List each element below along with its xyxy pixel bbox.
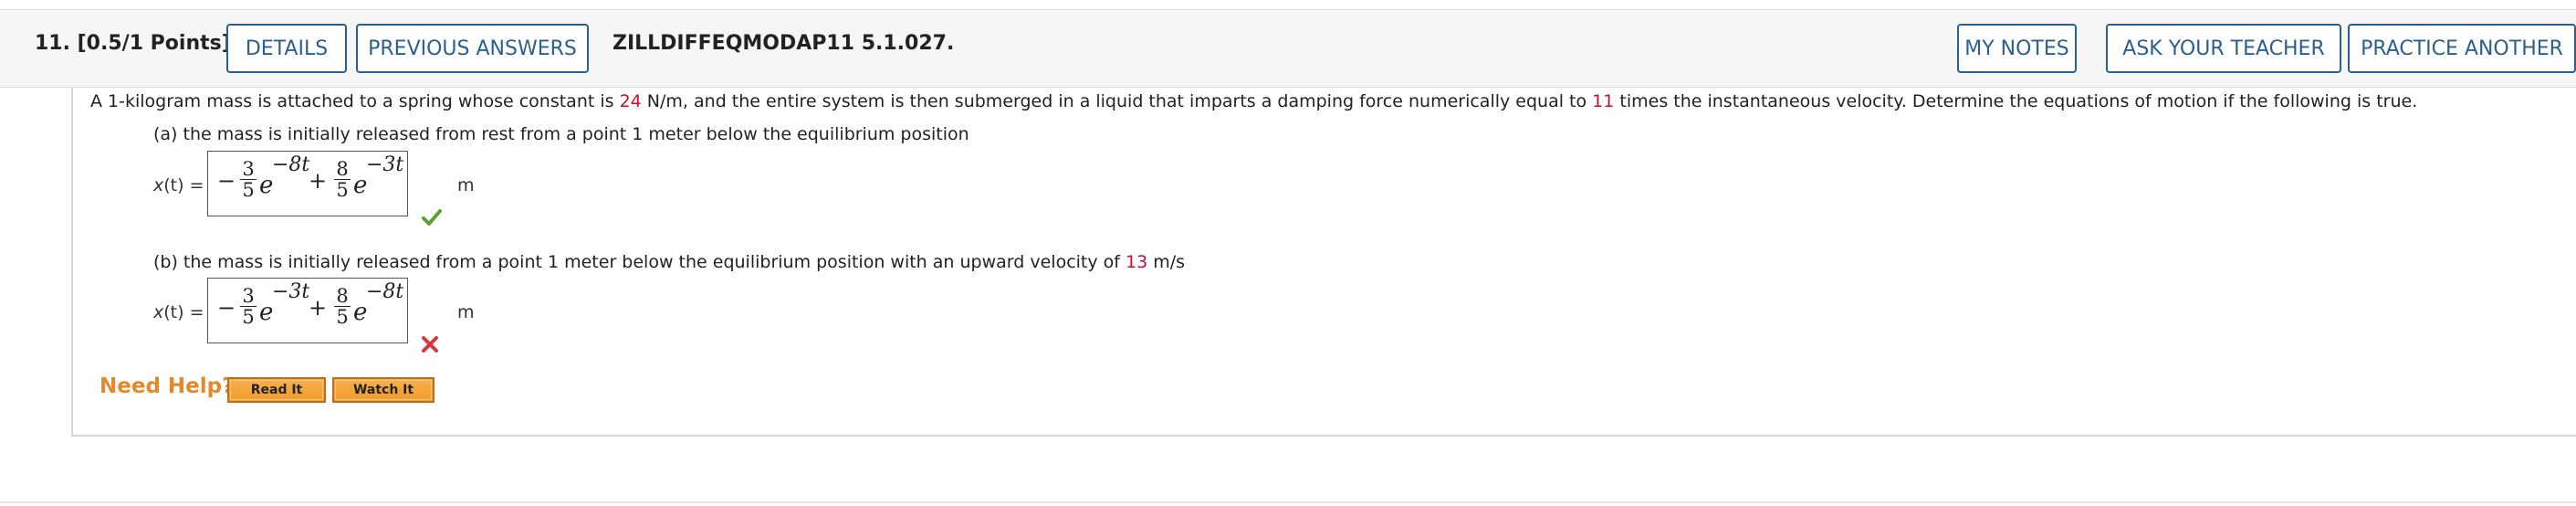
part-b-prompt-text-2: m/s	[1147, 252, 1186, 272]
cross-icon	[422, 336, 438, 353]
part-a-prompt: (a) the mass is initially released from …	[153, 124, 969, 144]
my-notes-button[interactable]: MY NOTES	[1957, 24, 2077, 73]
part-b-label-rest: (t) =	[163, 302, 204, 322]
part-b-plus: +	[309, 295, 328, 321]
part-b-answer-field[interactable]: − 3 5 e −3t + 8 5 e −8t	[207, 278, 408, 343]
problem-text-1: A 1-kilogram mass is attached to a sprin…	[90, 91, 620, 111]
part-b-prompt-text-1: (b) the mass is initially released from …	[153, 252, 1126, 272]
details-button[interactable]: DETAILS	[226, 24, 347, 73]
part-a-label-var: x	[153, 175, 164, 195]
problem-text-3: times the instantaneous velocity. Determ…	[1614, 91, 2418, 111]
part-a-frac1-num: 3	[240, 159, 257, 180]
part-a-plus: +	[309, 168, 328, 194]
problem-text-2: N/m, and the entire system is then subme…	[641, 91, 1593, 111]
problem-code: ZILLDIFFEQMODAP11 5.1.027.	[613, 32, 955, 55]
part-b-fraction-1: 3 5	[240, 286, 257, 327]
question-header: 11. [0.5/1 Points] DETAILS PREVIOUS ANSW…	[0, 9, 2576, 88]
part-a-exponent-2: −3t	[366, 153, 404, 176]
bottom-divider	[0, 501, 2576, 503]
need-help-label: Need Help?	[99, 374, 235, 398]
problem-statement: A 1-kilogram mass is attached to a sprin…	[90, 91, 2417, 111]
part-a-frac2-num: 8	[334, 159, 351, 180]
part-b-label: x(t) =	[153, 302, 204, 322]
part-a-fraction-2: 8 5	[334, 159, 351, 200]
part-b-exponent-2: −8t	[366, 280, 404, 303]
part-a-frac1-den: 5	[242, 179, 255, 201]
part-a-label: x(t) =	[153, 175, 204, 195]
part-a-answer-field[interactable]: − 3 5 e −8t + 8 5 e −3t	[207, 151, 408, 216]
checkmark-icon	[422, 209, 442, 226]
damping-value: 11	[1592, 91, 1615, 111]
question-number: 11. [0.5/1 Points]	[35, 32, 231, 55]
read-it-button[interactable]: Read It	[227, 377, 326, 403]
part-b-frac2-num: 8	[334, 286, 351, 307]
previous-answers-button[interactable]: PREVIOUS ANSWERS	[356, 24, 589, 73]
part-b-fraction-2: 8 5	[334, 286, 351, 327]
ask-your-teacher-button[interactable]: ASK YOUR TEACHER	[2106, 24, 2341, 73]
spring-constant-value: 24	[619, 91, 642, 111]
part-a-unit: m	[457, 175, 475, 195]
part-b-unit: m	[457, 302, 475, 322]
part-b-exponent-1: −3t	[272, 280, 310, 303]
part-b-frac1-num: 3	[240, 286, 257, 307]
part-b-label-var: x	[153, 302, 164, 322]
part-b-prompt: (b) the mass is initially released from …	[153, 252, 1185, 272]
practice-another-button[interactable]: PRACTICE ANOTHER	[2348, 24, 2576, 73]
watch-it-button[interactable]: Watch It	[332, 377, 435, 403]
part-a-fraction-1: 3 5	[240, 159, 257, 200]
part-b-velocity-value: 13	[1126, 252, 1148, 272]
part-a-exponent-1: −8t	[272, 153, 310, 176]
part-b-sign: −	[217, 295, 236, 321]
part-b-frac2-den: 5	[336, 306, 349, 328]
part-a-frac2-den: 5	[336, 179, 349, 201]
part-b-frac1-den: 5	[242, 306, 255, 328]
part-a-sign: −	[217, 168, 236, 194]
part-a-label-rest: (t) =	[163, 175, 204, 195]
